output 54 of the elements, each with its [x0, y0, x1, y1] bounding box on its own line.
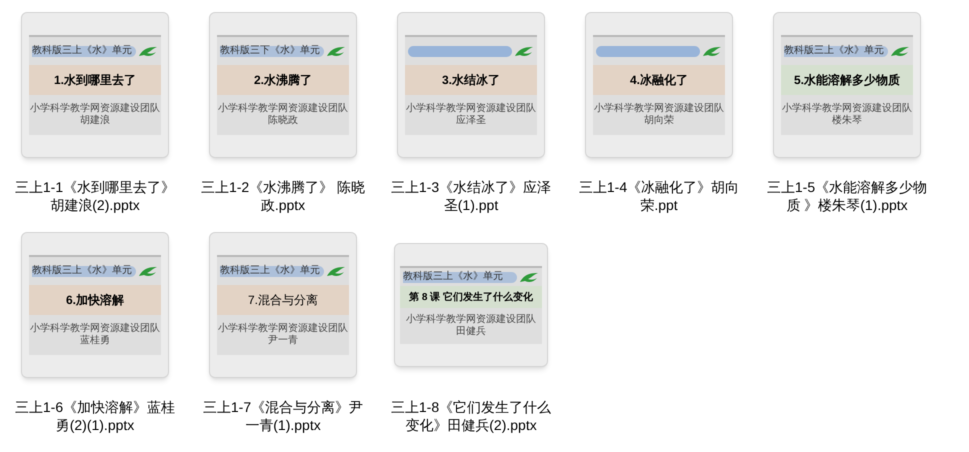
slide-author-name: 胡建浪: [80, 115, 110, 127]
slide-team-text: 小学科学教学网资源建设团队: [30, 323, 160, 334]
leaf-logo-icon: [519, 270, 539, 284]
file-name[interactable]: 三上1-4《冰融化了》胡向 荣.ppt: [578, 178, 740, 214]
file-name[interactable]: 三上1-1《水到哪里去了》 胡建浪(2).pptx: [14, 178, 176, 214]
file-thumbnail[interactable]: 4.冰融化了 小学科学教学网资源建设团队 胡向荣: [585, 12, 733, 158]
leaf-logo-icon: [702, 44, 722, 58]
slide-team-text: 小学科学教学网资源建设团队: [218, 103, 348, 114]
slide-team-text: 小学科学教学网资源建设团队: [406, 103, 536, 114]
leaf-logo-icon: [514, 44, 534, 58]
slide-header-text: 教科版三下《水》单元: [220, 46, 320, 56]
file-name[interactable]: 三上1-3《水结冰了》应泽 圣(1).ppt: [390, 178, 552, 214]
leaf-logo-icon: [138, 264, 158, 278]
slide-title: 7.混合与分离: [248, 292, 318, 309]
leaf-logo-icon: [326, 44, 346, 58]
slide-title: 4.冰融化了: [630, 72, 688, 89]
slide-team-text: 小学科学教学网资源建设团队: [406, 314, 536, 326]
slide-header-text: 教科版三上《水》单元: [403, 272, 503, 282]
slide-team-text: 小学科学教学网资源建设团队: [218, 323, 348, 334]
slide-author-name: 胡向荣: [644, 115, 674, 127]
slide-title: 第 8 课 它们发生了什么变化: [409, 290, 533, 304]
file-thumbnail[interactable]: 教科版三上《水》单元 7.混合与分离 小学科学教学网资源建设团队 尹一青: [209, 232, 357, 378]
slide-title: 3.水结冰了: [442, 72, 500, 89]
slide-header-text: 教科版三上《水》单元: [32, 266, 132, 276]
file-thumbnail[interactable]: 教科版三上《水》单元 6.加快溶解 小学科学教学网资源建设团队 蓝桂勇: [21, 232, 169, 378]
file-thumbnail[interactable]: 3.水结冰了 小学科学教学网资源建设团队 应泽圣: [397, 12, 545, 158]
slide-team-text: 小学科学教学网资源建设团队: [594, 103, 724, 114]
leaf-logo-icon: [326, 264, 346, 278]
slide-author-name: 田健兵: [456, 326, 486, 338]
slide-title: 6.加快溶解: [66, 292, 124, 309]
slide-header-text: 教科版三上《水》单元: [32, 46, 132, 56]
slide-author-name: 应泽圣: [456, 115, 486, 127]
file-thumbnail[interactable]: 教科版三上《水》单元 第 8 课 它们发生了什么变化 小学科学教学网资源建设团队 田健兵: [394, 243, 548, 367]
slide-author-name: 蓝桂勇: [80, 335, 110, 347]
slide-author-name: 陈晓政: [268, 115, 298, 127]
slide-team-text: 小学科学教学网资源建设团队: [782, 103, 912, 114]
slide-title: 1.水到哪里去了: [54, 72, 136, 89]
file-thumbnail[interactable]: 教科版三上《水》单元 1.水到哪里去了 小学科学教学网资源建设团队 胡建浪: [21, 12, 169, 158]
slide-team-text: 小学科学教学网资源建设团队: [30, 103, 160, 114]
file-name[interactable]: 三上1-7《混合与分离》尹 一青(1).pptx: [202, 398, 364, 434]
slide-author-name: 尹一青: [268, 335, 298, 347]
file-thumbnail[interactable]: 教科版三上《水》单元 5.水能溶解多少物质 小学科学教学网资源建设团队 楼朱琴: [773, 12, 921, 158]
file-name[interactable]: 三上1-6《加快溶解》蓝桂 勇(2)(1).pptx: [14, 398, 176, 434]
leaf-logo-icon: [890, 44, 910, 58]
leaf-logo-icon: [138, 44, 158, 58]
slide-title: 5.水能溶解多少物质: [794, 72, 900, 89]
slide-header-text: 教科版三上《水》单元: [220, 266, 320, 276]
file-name[interactable]: 三上1-8《它们发生了什么 变化》田健兵(2).pptx: [390, 398, 552, 434]
slide-header-text: 教科版三上《水》单元: [784, 46, 884, 56]
file-name[interactable]: 三上1-5《水能溶解多少物 质 》楼朱琴(1).pptx: [766, 178, 928, 214]
file-thumbnail[interactable]: 教科版三下《水》单元 2.水沸腾了 小学科学教学网资源建设团队 陈晓政: [209, 12, 357, 158]
file-name[interactable]: 三上1-2《水沸腾了》 陈晓 政.pptx: [200, 178, 366, 214]
slide-title: 2.水沸腾了: [254, 72, 312, 89]
slide-author-name: 楼朱琴: [832, 115, 862, 127]
